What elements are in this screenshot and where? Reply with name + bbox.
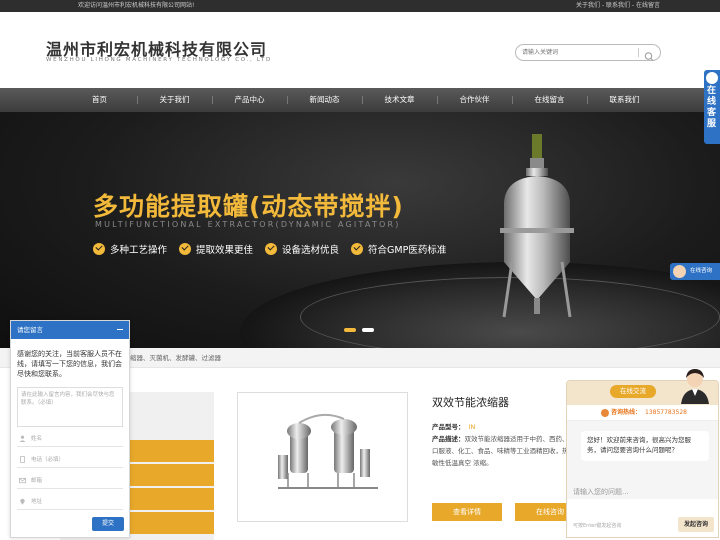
header: 温州市利宏机械科技有限公司 WENZHOU LIHONG MACHINERY T… xyxy=(0,12,720,88)
agent-avatar-icon xyxy=(706,72,718,84)
product-description: 产品描述：双效节能浓缩器适用于中药、西药、口服液、化工、食品、味精等工业酒精回收… xyxy=(432,435,569,467)
product-model: 产品型号： IN xyxy=(432,423,476,431)
search-input[interactable] xyxy=(522,47,632,58)
banner-feature: 提取效果更佳 xyxy=(179,242,253,256)
online-consult-label: 在线咨询 xyxy=(690,268,713,274)
nav-news[interactable]: 新闻动态 xyxy=(287,88,362,112)
greeting-bubble: 您好！欢迎前来咨询，很高兴为您服务，请问您要咨询什么问题呢？ xyxy=(581,431,709,461)
check-icon xyxy=(265,243,278,255)
nav-contact[interactable]: 联系我们 xyxy=(587,88,662,112)
nav-partners[interactable]: 合作伙伴 xyxy=(437,88,512,112)
hotline-number[interactable]: 13857783528 xyxy=(645,405,687,421)
address-field[interactable]: 地址 xyxy=(17,494,123,510)
banner-feature: 设备选材优良 xyxy=(265,242,339,256)
check-icon xyxy=(93,243,105,255)
banner-title: 多功能提取罐(动态带搅拌) xyxy=(93,192,404,221)
nav-home[interactable]: 首页 xyxy=(62,88,137,112)
search-divider xyxy=(638,48,639,57)
category-links[interactable]: 缩器、灭菌机、发酵罐、过滤器 xyxy=(130,348,221,368)
company-name-en: WENZHOU LIHONG MACHINERY TECHNOLOGY CO.,… xyxy=(46,57,272,63)
email-field[interactable]: 邮箱 xyxy=(17,473,123,489)
search-box xyxy=(515,44,661,61)
top-bar: 欢迎访问温州市利宏机械科技有限公司网站! 关于我们 - 联系我们 - 在线留言 xyxy=(0,0,720,12)
message-textarea[interactable]: 请在此输入留言内容，我们会尽快与您联系。（必填） xyxy=(17,387,123,427)
message-widget-header[interactable]: 请您留言 xyxy=(11,321,129,339)
hero-banner[interactable]: 多功能提取罐(动态带搅拌) MULTIFUNCTIONAL EXTRACTOR(… xyxy=(0,112,720,348)
search-button[interactable] xyxy=(642,47,656,61)
banner-feature: 多种工艺操作 xyxy=(93,242,167,256)
nav-products[interactable]: 产品中心 xyxy=(212,88,287,112)
nav-about[interactable]: 关于我们 xyxy=(137,88,212,112)
evaporator-image xyxy=(278,413,378,489)
nav-articles[interactable]: 技术文章 xyxy=(362,88,437,112)
location-icon xyxy=(20,498,25,505)
submit-button[interactable]: 提交 xyxy=(92,517,124,531)
send-button[interactable]: 发起咨询 xyxy=(678,517,714,532)
search-icon xyxy=(644,52,654,61)
slider-dots xyxy=(344,328,380,332)
online-service-tab[interactable]: 在线客服 xyxy=(704,70,720,144)
welcome-text: 欢迎访问温州市利宏机械科技有限公司网站! xyxy=(78,2,195,9)
leave-message-widget: 请您留言 感谢您的关注，当前客服人员不在线，请填写一下您的信息，我们会尽快和您联… xyxy=(10,320,130,538)
view-details-button[interactable]: 查看详情 xyxy=(432,503,502,521)
hotline-label: 咨询热线： xyxy=(611,409,642,416)
check-icon xyxy=(351,243,364,255)
extractor-tank-image xyxy=(500,134,574,318)
chat-tab[interactable]: 在线交流 xyxy=(610,385,656,398)
banner-subtitle: MULTIFUNCTIONAL EXTRACTOR(DYNAMIC AGITAT… xyxy=(95,220,401,229)
agent-avatar xyxy=(681,369,709,404)
banner-features: 多种工艺操作 提取效果更佳 设备选材优良 符合GMP医药标准 xyxy=(93,242,458,256)
minimize-icon[interactable] xyxy=(117,329,123,331)
phone-icon xyxy=(20,456,25,463)
slider-dot[interactable] xyxy=(362,328,374,332)
slider-dot-active[interactable] xyxy=(344,328,356,332)
product-image[interactable] xyxy=(237,392,408,522)
top-links[interactable]: 关于我们 - 联系我们 - 在线留言 xyxy=(576,0,660,12)
chat-hint: 可按Enter键发起咨询 xyxy=(573,523,622,529)
user-icon xyxy=(19,435,26,442)
message-widget-title: 请您留言 xyxy=(17,326,43,334)
mail-icon xyxy=(19,477,26,484)
phone-field[interactable]: 电话（必填） xyxy=(17,452,123,468)
message-intro: 感谢您的关注，当前客服人员不在线，请填写一下您的信息，我们会尽快和您联系。 xyxy=(17,350,122,378)
product-title[interactable]: 双效节能浓缩器 xyxy=(432,394,509,410)
phone-icon xyxy=(601,409,609,417)
nav-message[interactable]: 在线留言 xyxy=(512,88,587,112)
chat-input[interactable]: 请输入您的问题... xyxy=(573,487,629,497)
check-icon xyxy=(179,243,192,255)
hotline-bar: 咨询热线： 13857783528 xyxy=(567,405,718,421)
online-consult-tab[interactable]: 在线咨询 xyxy=(670,263,720,280)
banner-feature: 符合GMP医药标准 xyxy=(351,242,446,256)
online-service-label: 在线客服 xyxy=(707,86,717,129)
name-field[interactable]: 姓名 xyxy=(17,431,123,447)
main-nav: 首页 关于我们 产品中心 新闻动态 技术文章 合作伙伴 在线留言 联系我们 xyxy=(0,88,720,112)
agent-avatar-icon xyxy=(673,265,686,278)
